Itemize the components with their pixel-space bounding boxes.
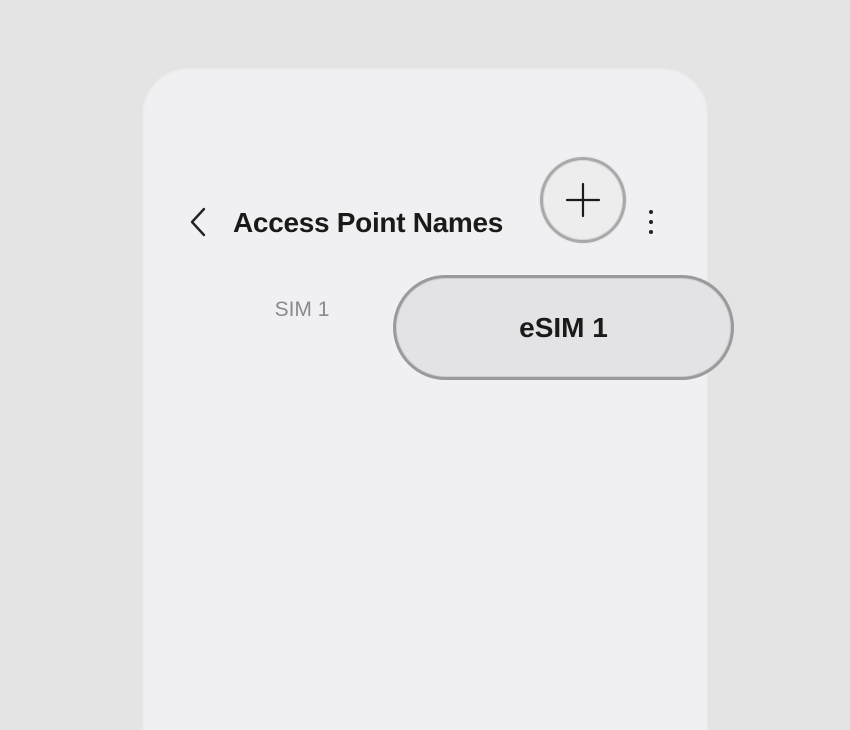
tab-esim1-label: eSIM 1 xyxy=(519,311,608,343)
page-title: Access Point Names xyxy=(233,207,504,238)
more-vertical-icon xyxy=(649,210,653,214)
plus-icon xyxy=(565,182,601,218)
tab-sim1[interactable]: SIM 1 xyxy=(252,296,352,324)
add-apn-button[interactable] xyxy=(540,157,626,243)
tab-esim1[interactable]: eSIM 1 xyxy=(393,275,734,380)
phone-screen xyxy=(144,70,706,730)
chevron-left-icon xyxy=(190,207,206,237)
more-options-button[interactable] xyxy=(640,204,662,240)
back-button[interactable] xyxy=(184,204,212,240)
